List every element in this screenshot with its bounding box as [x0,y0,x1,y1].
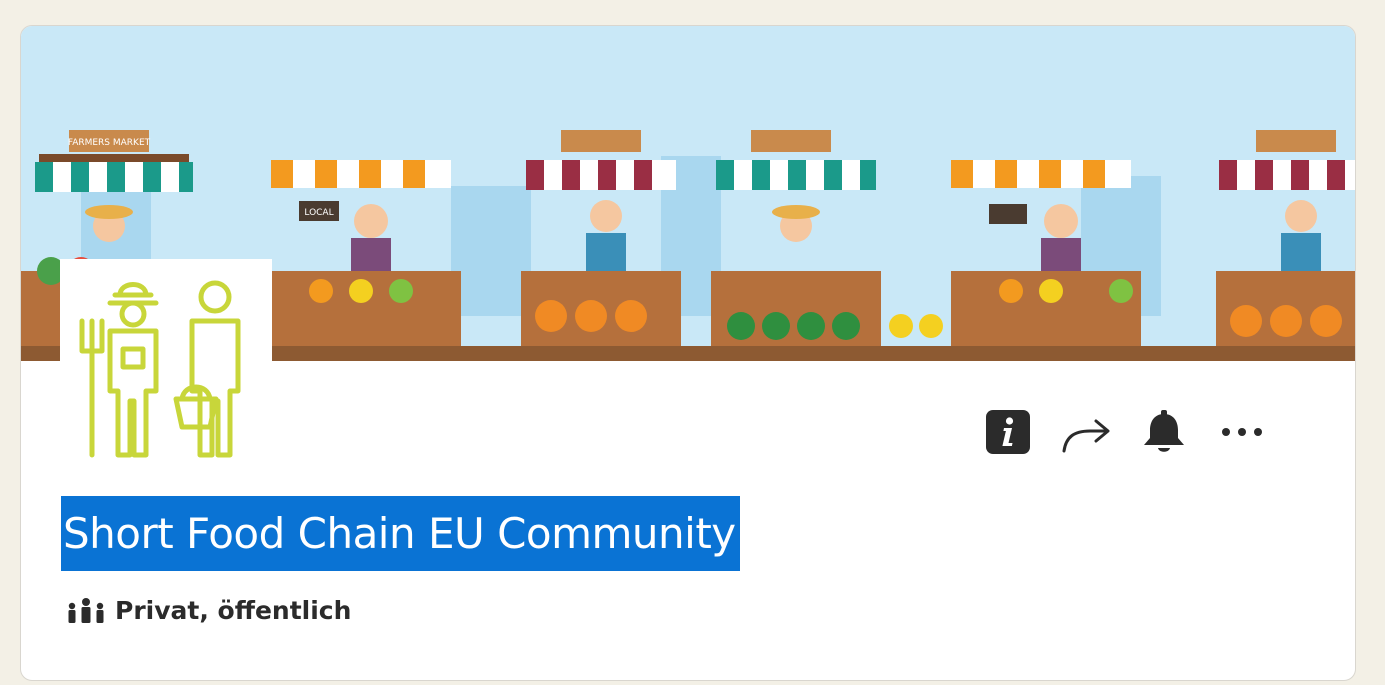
more-options-button[interactable] [1203,404,1281,460]
local-board-text: LOCAL [304,208,333,218]
group-privacy: Privat, öffentlich [67,596,351,625]
farmer-and-shopper-icon [79,280,241,458]
group-logo [60,259,272,471]
share-button[interactable] [1047,404,1125,460]
group-actions [969,404,1281,460]
group-title[interactable]: Short Food Chain EU Community [61,496,740,571]
notifications-button[interactable] [1125,404,1203,460]
privacy-label: Privat, öffentlich [115,596,352,625]
info-icon [986,410,1030,454]
group-header-card: FARMERS MARKET LOCAL Short Food Chain EU… [20,25,1356,681]
group-title-wrapper: Short Food Chain EU Community [61,496,740,571]
more-icon [1222,428,1262,436]
bell-icon [1144,410,1184,452]
info-button[interactable] [969,404,1047,460]
market-sign-text: FARMERS MARKET [68,138,151,148]
share-arrow-icon [1062,419,1110,453]
people-group-icon [68,597,104,623]
